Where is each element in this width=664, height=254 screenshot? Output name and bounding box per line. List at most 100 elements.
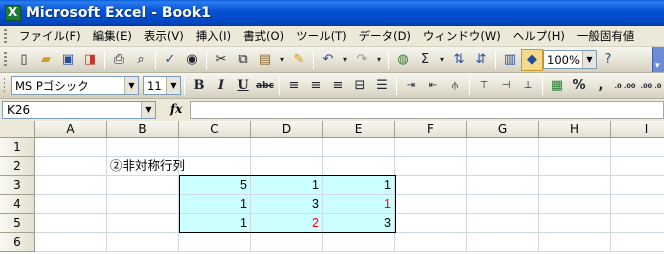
- cell-b1[interactable]: [107, 138, 179, 157]
- copy-icon[interactable]: ⧉: [232, 49, 254, 71]
- undo-icon[interactable]: ↶: [317, 49, 339, 71]
- cell-b3[interactable]: [107, 176, 179, 195]
- cell-h6[interactable]: [539, 233, 611, 252]
- cell-f5[interactable]: [395, 214, 467, 233]
- cell-b4[interactable]: [107, 195, 179, 214]
- column-header-e[interactable]: E: [323, 121, 395, 138]
- undo-dropdown-icon[interactable]: ▾: [339, 49, 351, 71]
- excel-app-icon[interactable]: [5, 5, 21, 21]
- chart-wizard-icon[interactable]: ▥: [499, 49, 521, 71]
- merge-center-icon[interactable]: ⊟: [349, 75, 371, 97]
- font-name-dropdown-icon[interactable]: ▼: [124, 77, 138, 94]
- menu-edit[interactable]: 編集(E): [87, 27, 138, 45]
- toolbar-options-icon[interactable]: [652, 47, 664, 72]
- column-header-b[interactable]: B: [107, 121, 179, 138]
- cell-h4[interactable]: [539, 195, 611, 214]
- help-icon[interactable]: ?: [597, 49, 619, 71]
- cell-a6[interactable]: [35, 233, 107, 252]
- currency-style-icon[interactable]: ▦: [546, 75, 568, 97]
- row-header-4[interactable]: 4: [0, 195, 35, 214]
- column-header-i[interactable]: I: [611, 121, 664, 138]
- align-top-icon[interactable]: ⊤: [473, 75, 495, 97]
- cell-f3[interactable]: [395, 176, 467, 195]
- cell-d3[interactable]: 1: [251, 176, 323, 195]
- cell-h1[interactable]: [539, 138, 611, 157]
- cell-d4[interactable]: 3: [251, 195, 323, 214]
- permission-icon[interactable]: ◨: [79, 49, 101, 71]
- cell-g1[interactable]: [467, 138, 539, 157]
- research-icon[interactable]: ◉: [181, 49, 203, 71]
- cell-i1[interactable]: [611, 138, 664, 157]
- cell-e6[interactable]: [323, 233, 395, 252]
- cell-a5[interactable]: [35, 214, 107, 233]
- cell-d5[interactable]: 2: [251, 214, 323, 233]
- italic-button[interactable]: I: [210, 75, 232, 97]
- name-box-dropdown-icon[interactable]: ▼: [141, 102, 155, 118]
- zoom-select[interactable]: 100% ▼: [543, 50, 597, 69]
- cut-icon[interactable]: ✂: [210, 49, 232, 71]
- cell-e3[interactable]: 1: [323, 176, 395, 195]
- print-icon[interactable]: ⎙: [108, 49, 130, 71]
- cell-a4[interactable]: [35, 195, 107, 214]
- name-box[interactable]: K26 ▼: [2, 101, 156, 119]
- cell-i2[interactable]: [611, 157, 664, 176]
- cell-e4[interactable]: 1: [323, 195, 395, 214]
- menu-format[interactable]: 書式(O): [237, 27, 290, 45]
- row-header-1[interactable]: 1: [0, 138, 35, 157]
- cell-a2[interactable]: [35, 157, 107, 176]
- hyperlink-icon[interactable]: ◍: [392, 49, 414, 71]
- cell-a3[interactable]: [35, 176, 107, 195]
- redo-icon[interactable]: ↷: [351, 49, 373, 71]
- increase-decimal-button[interactable]: .0 .00: [612, 75, 638, 97]
- cell-d6[interactable]: [251, 233, 323, 252]
- cell-e1[interactable]: [323, 138, 395, 157]
- formula-input[interactable]: [190, 101, 664, 119]
- save-icon[interactable]: ▣: [57, 49, 79, 71]
- print-preview-icon[interactable]: ⌕: [130, 49, 152, 71]
- zoom-dropdown-icon[interactable]: ▼: [582, 51, 596, 68]
- menu-window[interactable]: ウィンドウ(W): [417, 27, 507, 45]
- font-size-select[interactable]: 11 ▼: [143, 76, 181, 95]
- menu-file[interactable]: ファイル(F): [13, 27, 87, 45]
- autosum-icon[interactable]: Σ: [414, 49, 436, 71]
- align-right-icon[interactable]: ≡: [327, 75, 349, 97]
- cell-i6[interactable]: [611, 233, 664, 252]
- cell-c4[interactable]: 1: [179, 195, 251, 214]
- indent-in-icon[interactable]: ⇥: [400, 75, 422, 97]
- cell-h2[interactable]: [539, 157, 611, 176]
- menu-help[interactable]: ヘルプ(H): [507, 27, 571, 45]
- column-header-h[interactable]: H: [539, 121, 611, 138]
- toolbar-grip-icon[interactable]: [4, 78, 5, 93]
- cell-g6[interactable]: [467, 233, 539, 252]
- new-icon[interactable]: ▯: [13, 49, 35, 71]
- row-header-3[interactable]: 3: [0, 176, 35, 195]
- cell-f6[interactable]: [395, 233, 467, 252]
- redo-dropdown-icon[interactable]: ▾: [373, 49, 385, 71]
- cell-e2[interactable]: [323, 157, 395, 176]
- column-header-f[interactable]: F: [395, 121, 467, 138]
- sort-ascending-icon[interactable]: ⇅: [448, 49, 470, 71]
- cell-h3[interactable]: [539, 176, 611, 195]
- align-left-icon[interactable]: ≡: [283, 75, 305, 97]
- cell-a1[interactable]: [35, 138, 107, 157]
- bold-button[interactable]: B: [188, 75, 210, 97]
- font-size-dropdown-icon[interactable]: ▼: [166, 77, 180, 94]
- row-header-6[interactable]: 6: [0, 233, 35, 252]
- cell-i3[interactable]: [611, 176, 664, 195]
- cell-f4[interactable]: [395, 195, 467, 214]
- cell-c5[interactable]: 1: [179, 214, 251, 233]
- column-header-g[interactable]: G: [467, 121, 539, 138]
- underline-button[interactable]: U: [232, 75, 254, 97]
- column-header-c[interactable]: C: [179, 121, 251, 138]
- cell-g5[interactable]: [467, 214, 539, 233]
- insert-function-icon[interactable]: fx: [170, 102, 182, 116]
- menu-insert[interactable]: 挿入(I): [190, 27, 237, 45]
- cell-d1[interactable]: [251, 138, 323, 157]
- cell-c1[interactable]: [179, 138, 251, 157]
- cell-g4[interactable]: [467, 195, 539, 214]
- align-center-icon[interactable]: ≡: [305, 75, 327, 97]
- column-header-a[interactable]: A: [35, 121, 107, 138]
- cell-c3[interactable]: 5: [179, 176, 251, 195]
- column-header-d[interactable]: D: [251, 121, 323, 138]
- menu-tools[interactable]: ツール(T): [290, 27, 353, 45]
